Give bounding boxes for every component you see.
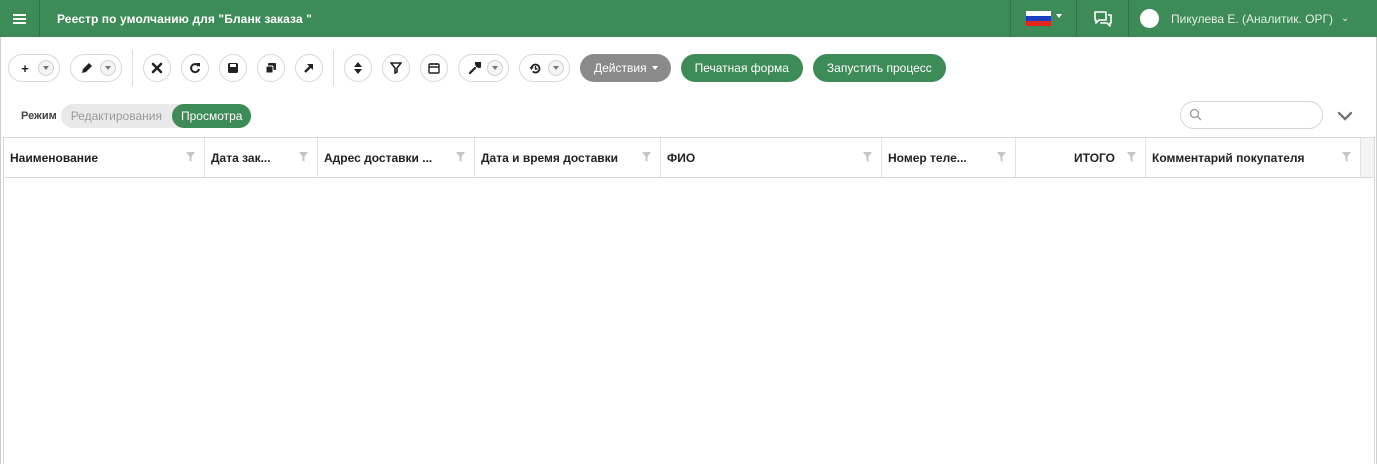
language-selector[interactable] [1010,0,1076,37]
edit-button[interactable] [70,54,122,82]
open-external-icon [304,64,313,73]
window-left-edge [0,37,1,464]
chevron-down-icon [1337,111,1353,121]
grid-body[interactable] [4,178,1374,464]
column-filter-icon[interactable] [186,152,195,162]
save-icon [228,63,238,73]
sort-icon [354,62,362,74]
copy-icon [265,63,276,74]
chevron-down-icon: ⌄ [1341,13,1350,24]
column-filter-icon[interactable] [642,152,651,162]
column-header-name[interactable]: Наименование [4,138,205,177]
caret-down-icon [492,66,498,70]
sort-button[interactable] [344,54,372,82]
column-filter-icon[interactable] [863,152,872,162]
search-input[interactable] [1207,106,1317,124]
settings-dropdown-toggle[interactable] [487,60,503,76]
toolbar-divider [132,50,133,86]
actions-dropdown-button[interactable]: Действия [580,54,671,82]
calendar-icon [428,63,440,74]
user-name: Пикулева Е. (Аналитик. ОРГ) [1171,11,1333,26]
history-dropdown-toggle[interactable] [548,60,564,76]
refresh-button[interactable] [181,54,209,82]
mode-toggle[interactable]: Редактирования Просмотра [60,104,252,128]
plus-icon: + [21,60,29,76]
mode-view-option[interactable]: Просмотра [171,104,252,128]
mode-edit-option[interactable]: Редактирования [61,109,172,123]
collapse-button[interactable] [1337,110,1353,124]
search-box [1180,101,1323,129]
mode-switch-row: Режим Редактирования Просмотра [21,104,252,128]
column-label: Комментарий покупателя [1152,150,1305,165]
column-label: Наименование [10,150,99,165]
scrollbar-gutter [1361,138,1374,177]
app-header: Реестр по умолчанию для "Бланк заказа " … [0,0,1377,37]
column-label: Дата зак... [211,150,271,165]
delete-icon [151,62,163,74]
save-button[interactable] [219,54,247,82]
column-header-total[interactable]: ИТОГО [1016,138,1146,177]
user-menu[interactable]: Пикулева Е. (Аналитик. ОРГ) ⌄ [1128,0,1377,37]
filter-icon [390,62,402,74]
pencil-icon [82,63,92,73]
grid-header: Наименование Дата зак... Адрес доставки … [4,138,1374,178]
caret-down-icon [43,66,49,70]
caret-down-icon [651,66,658,70]
column-header-full-name[interactable]: ФИО [661,138,882,177]
column-label: ИТОГО [1074,150,1115,165]
toolbar-divider [333,50,334,86]
chat-button[interactable] [1076,0,1128,37]
calendar-button[interactable] [420,54,448,82]
history-icon [529,63,541,73]
column-header-delivery-address[interactable]: Адрес доставки ... [318,138,475,177]
column-header-customer-comment[interactable]: Комментарий покупателя [1146,138,1361,177]
actions-label: Действия [594,61,647,75]
column-filter-icon[interactable] [299,152,308,162]
hamburger-menu-button[interactable] [0,0,40,37]
avatar [1140,9,1159,28]
start-process-button[interactable]: Запустить процесс [812,54,946,82]
open-external-button[interactable] [295,54,323,82]
data-grid: Наименование Дата зак... Адрес доставки … [3,137,1375,464]
column-filter-icon[interactable] [456,152,465,162]
wrench-icon [468,61,481,74]
caret-down-icon [105,66,111,70]
column-filter-icon[interactable] [1127,152,1136,162]
toolbar: + Действия Печатная форма Запустить проц… [8,50,956,86]
column-header-phone[interactable]: Номер теле... [882,138,1016,177]
column-label: Дата и время доставки [481,150,619,165]
column-label: ФИО [667,150,696,165]
delete-button[interactable] [143,54,171,82]
copy-button[interactable] [257,54,285,82]
hamburger-icon [13,17,26,20]
chat-icon [1093,10,1112,27]
caret-down-icon [553,66,559,70]
page-title: Реестр по умолчанию для "Бланк заказа " [57,11,312,26]
add-dropdown-toggle[interactable] [38,60,54,76]
ru-flag-icon [1025,11,1051,26]
settings-button[interactable] [458,54,509,82]
print-form-button[interactable]: Печатная форма [680,54,803,82]
column-filter-icon[interactable] [997,152,1006,162]
column-header-order-date[interactable]: Дата зак... [205,138,318,177]
search-icon [1189,108,1202,121]
refresh-icon [190,63,200,74]
column-header-delivery-datetime[interactable]: Дата и время доставки [475,138,661,177]
history-button[interactable] [519,54,570,82]
filter-button[interactable] [382,54,410,82]
mode-label: Режим [21,110,57,122]
column-label: Номер теле... [888,150,967,165]
add-button[interactable]: + [8,54,60,82]
column-label: Адрес доставки ... [324,150,433,165]
column-filter-icon[interactable] [1342,152,1351,162]
caret-down-icon [1055,13,1062,18]
edit-dropdown-toggle[interactable] [100,60,116,76]
